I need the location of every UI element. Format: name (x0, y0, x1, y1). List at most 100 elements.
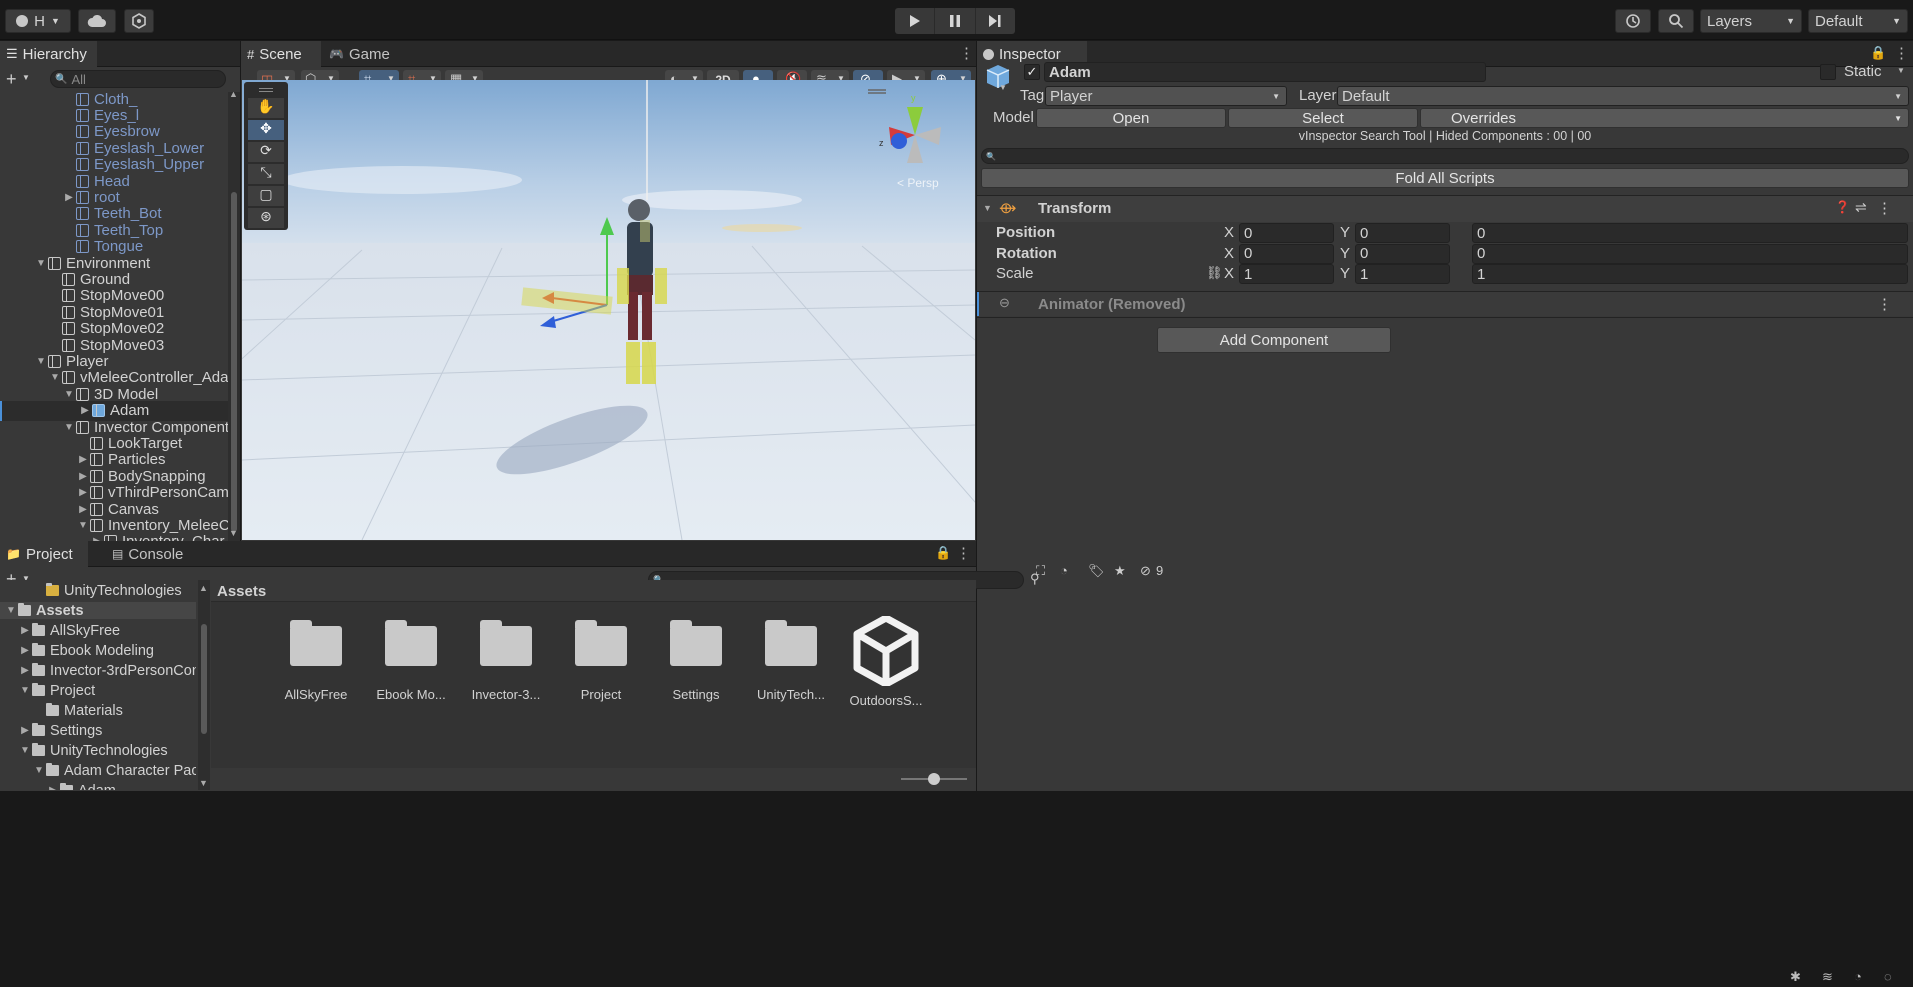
progress-icon[interactable]: ◌ (1884, 969, 1892, 984)
search-scope-icon[interactable]: ⛶ (1036, 563, 1045, 579)
pause-button[interactable] (935, 8, 976, 34)
expand-down-icon[interactable]: ▼ (48, 372, 62, 383)
hidden-packages-icon[interactable]: ⊘ (1140, 563, 1151, 579)
collab-button[interactable] (124, 9, 154, 33)
expand-right-icon[interactable]: ▶ (76, 454, 90, 465)
help-icon[interactable]: ❓ (1835, 200, 1850, 214)
expand-right-icon[interactable]: ▶ (18, 725, 32, 736)
chevron-down-icon[interactable]: ▼ (999, 83, 1007, 92)
axis-y-label[interactable]: Y (1340, 224, 1350, 241)
scale-y-field[interactable]: 1 (1355, 264, 1450, 284)
project-tree-item[interactable]: ▶ Ebook Modeling (0, 642, 196, 659)
lock-icon[interactable]: 🔒 (1870, 45, 1886, 61)
move-tool-button[interactable]: ✥ (248, 120, 284, 140)
expand-down-icon[interactable]: ▼ (18, 745, 32, 756)
history-button[interactable] (1615, 9, 1651, 33)
expand-right-icon[interactable]: ▶ (18, 645, 32, 656)
project-tree-item[interactable]: ▶ AllSkyFree (0, 622, 196, 639)
expand-right-icon[interactable]: ▶ (18, 625, 32, 636)
cloud-button[interactable] (78, 9, 116, 33)
kebab-menu-icon[interactable]: ⋮ (1894, 44, 1909, 62)
axis-y-label[interactable]: Y (1340, 265, 1350, 282)
hierarchy-item[interactable]: ▶Inventory_Char (0, 532, 228, 541)
add-icon[interactable]: + (6, 69, 17, 90)
axis-x-label[interactable]: X (1224, 224, 1234, 241)
debug-icon[interactable]: ✱ (1790, 969, 1801, 985)
label-filter-icon[interactable]: 🏷 (1088, 563, 1105, 579)
rotation-z-field[interactable]: 0 (1472, 243, 1908, 264)
scrollbar-thumb[interactable] (231, 192, 237, 532)
search-button[interactable] (1658, 9, 1694, 33)
animator-removed-header[interactable]: ⊖ Animator (Removed) ⋮ (977, 292, 1913, 316)
account-dropdown[interactable]: H ▼ (5, 9, 71, 33)
expand-down-icon[interactable]: ▼ (34, 258, 48, 269)
asset-item[interactable]: AllSkyFree (277, 620, 355, 702)
scroll-down-icon[interactable]: ▼ (199, 778, 208, 788)
asset-item[interactable]: UnityTech... (752, 620, 830, 702)
kebab-menu-icon[interactable]: ⋮ (959, 44, 974, 62)
scene-viewport[interactable]: y z < Persp ✋ ✥ ⟳ ⤡ ▢ ⊛ (242, 80, 975, 540)
tab-hierarchy[interactable]: ☰ Hierarchy (0, 41, 97, 67)
expand-right-icon[interactable]: ▶ (76, 487, 90, 498)
rotation-y-field[interactable]: 0 (1355, 243, 1450, 264)
transform-header[interactable]: ▼ ⟴ Transform ❓ ⇌ ⋮ (977, 196, 1913, 222)
rotation-x-field[interactable]: 0 (1239, 243, 1334, 264)
asset-item[interactable]: Invector-3... (467, 620, 545, 702)
expand-right-icon[interactable]: ▶ (62, 192, 76, 203)
tag-dropdown[interactable]: Player ▼ (1045, 86, 1287, 106)
axis-y-label[interactable]: Y (1340, 245, 1350, 262)
hierarchy-scrollbar[interactable]: ▲ ▼ (228, 92, 240, 541)
asset-item[interactable]: Ebook Mo... (372, 620, 450, 702)
kebab-menu-icon[interactable]: ⋮ (1877, 295, 1892, 313)
constrain-proportions-icon[interactable]: ⛓ (1206, 265, 1223, 281)
object-name-field[interactable]: Adam (1044, 62, 1486, 82)
chevron-down-icon[interactable]: ▼ (1897, 66, 1905, 75)
project-tree-item[interactable]: UnityTechnologies (0, 582, 196, 599)
expand-down-icon[interactable]: ▼ (76, 520, 90, 531)
inspector-search-input[interactable]: 🔍 (981, 148, 1909, 164)
kebab-menu-icon[interactable]: ⋮ (1877, 199, 1892, 217)
layer-dropdown[interactable]: Default ▼ (1337, 86, 1909, 106)
expand-right-icon[interactable]: ▶ (46, 785, 60, 790)
position-x-field[interactable]: 0 (1239, 223, 1334, 243)
open-button[interactable]: Open (1036, 108, 1226, 128)
hand-tool-button[interactable]: ✋ (248, 98, 284, 118)
project-tree-item[interactable]: ▼ UnityTechnologies (0, 742, 196, 759)
active-checkbox[interactable]: ✓ (1024, 64, 1040, 80)
expand-down-icon[interactable]: ▼ (34, 356, 48, 367)
palette-handle-icon[interactable] (259, 88, 273, 92)
fold-all-scripts-button[interactable]: Fold All Scripts (981, 168, 1909, 188)
breadcrumb-assets[interactable]: Assets (217, 583, 266, 600)
axis-x-label[interactable]: X (1224, 245, 1234, 262)
expand-right-icon[interactable]: ▶ (78, 405, 92, 416)
scale-x-field[interactable]: 1 (1239, 264, 1334, 284)
project-tree-scrollbar[interactable]: ▲ ▼ (198, 580, 210, 790)
axis-x-label[interactable]: X (1224, 265, 1234, 282)
project-tree-item[interactable]: Materials (0, 702, 196, 719)
select-button[interactable]: Select (1228, 108, 1418, 128)
expand-down-icon[interactable]: ▼ (4, 605, 18, 616)
transform-tool-button[interactable]: ⊛ (248, 208, 284, 228)
expand-right-icon[interactable]: ▶ (18, 665, 32, 676)
project-tree-item[interactable]: ▼ Assets (0, 602, 196, 619)
project-tree-item[interactable]: ▶ Adam (0, 782, 196, 790)
expand-down-icon[interactable]: ▼ (62, 389, 76, 400)
auto-gen-lighting-icon[interactable]: ◔ (1854, 969, 1862, 984)
kebab-menu-icon[interactable]: ⋮ (956, 544, 971, 562)
persp-label[interactable]: < Persp (897, 176, 939, 190)
position-y-field[interactable]: 0 (1355, 223, 1450, 243)
zoom-slider-thumb[interactable] (928, 773, 940, 785)
scroll-up-icon[interactable]: ▲ (229, 92, 238, 99)
scale-z-field[interactable]: 1 (1472, 264, 1908, 284)
layers-dropdown[interactable]: Layers ▼ (1700, 9, 1802, 33)
position-z-field[interactable]: 0 (1472, 223, 1908, 243)
play-button[interactable] (895, 8, 936, 34)
scroll-down-icon[interactable]: ▼ (229, 528, 238, 538)
cache-icon[interactable]: ≋ (1822, 969, 1833, 985)
rect-tool-button[interactable]: ▢ (248, 186, 284, 206)
preset-icon[interactable]: ⇌ (1855, 199, 1867, 216)
add-component-button[interactable]: Add Component (1157, 327, 1391, 353)
tab-console[interactable]: ▤ Console (106, 541, 193, 567)
expand-down-icon[interactable]: ▼ (32, 765, 46, 776)
overrides-dropdown[interactable]: Overrides ▼ (1420, 108, 1909, 128)
